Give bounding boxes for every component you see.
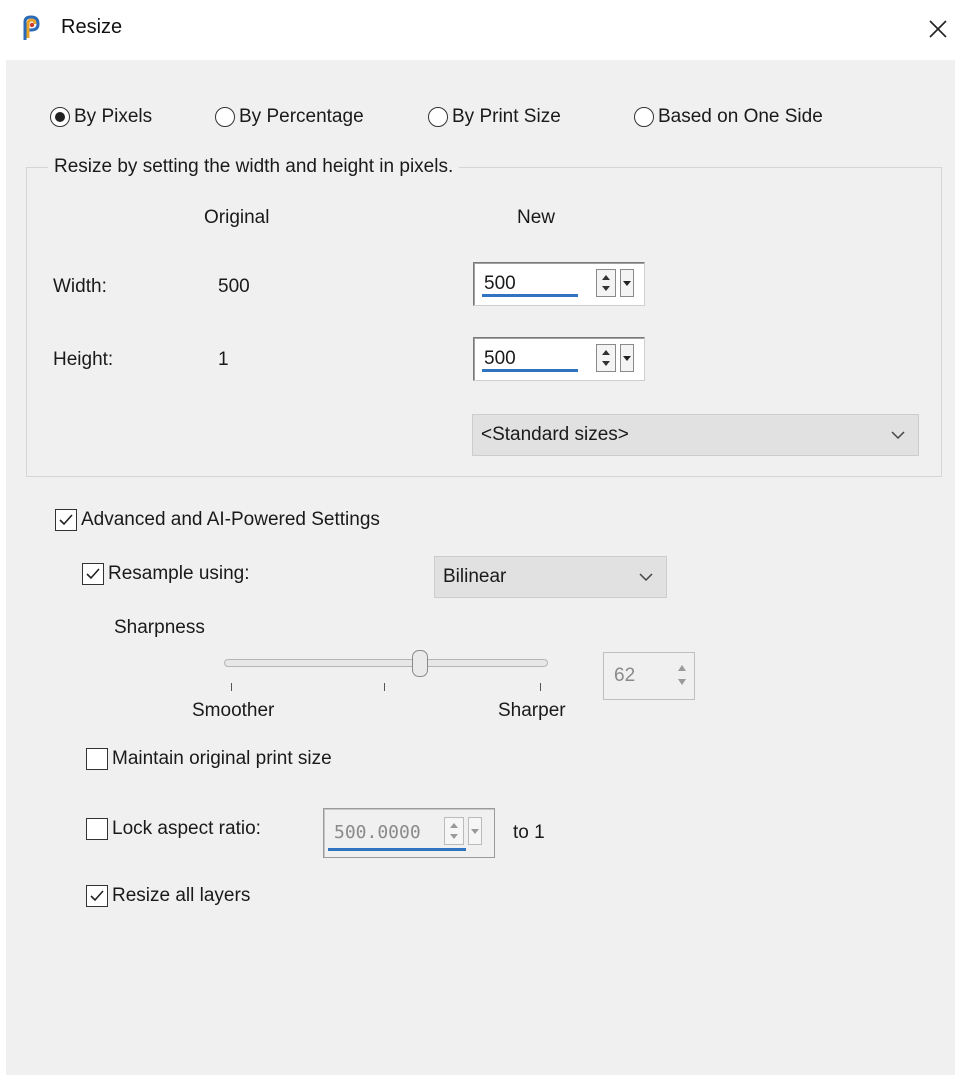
aspect-ratio-spinbox[interactable]: 500.0000 xyxy=(323,808,495,858)
close-icon xyxy=(929,20,947,38)
width-spin-arrows[interactable] xyxy=(596,269,616,297)
sharpness-spinbox[interactable]: 62 xyxy=(603,652,695,700)
radio-label: By Percentage xyxy=(239,106,364,127)
checkbox-indicator xyxy=(82,563,104,585)
aspect-ratio-value: 500.0000 xyxy=(334,822,421,843)
checkmark-icon xyxy=(90,890,104,902)
resample-method-dropdown[interactable]: Bilinear xyxy=(434,556,667,598)
checkbox-indicator xyxy=(86,818,108,840)
app-icon xyxy=(18,14,48,44)
column-header-new: New xyxy=(517,207,556,228)
radio-label: By Pixels xyxy=(74,106,153,127)
radio-indicator xyxy=(215,107,235,127)
standard-sizes-value: <Standard sizes> xyxy=(481,424,629,445)
sharpness-value: 62 xyxy=(614,665,636,686)
slider-tick xyxy=(231,683,232,691)
resample-method-value: Bilinear xyxy=(443,566,507,587)
maintain-print-size-checkbox[interactable]: Maintain original print size xyxy=(86,748,332,770)
lock-aspect-ratio-checkbox[interactable]: Lock aspect ratio: xyxy=(86,818,261,840)
checkbox-indicator xyxy=(86,748,108,770)
chevron-down-icon xyxy=(891,431,905,440)
checkbox-label: Advanced and AI-Powered Settings xyxy=(81,509,380,530)
width-underline xyxy=(482,294,578,297)
height-label: Height: xyxy=(53,349,114,370)
title-bar: Resize xyxy=(0,0,955,60)
sharpness-slider-thumb[interactable] xyxy=(412,650,428,677)
slider-tick xyxy=(540,683,541,691)
window-title: Resize xyxy=(61,16,123,38)
close-button[interactable] xyxy=(918,8,955,50)
width-new-value: 500 xyxy=(484,273,516,294)
checkmark-icon xyxy=(86,568,100,580)
aspect-preset-dropdown[interactable] xyxy=(468,817,482,845)
advanced-settings-checkbox[interactable]: Advanced and AI-Powered Settings xyxy=(55,509,380,531)
checkbox-label: Maintain original print size xyxy=(112,748,332,769)
resample-checkbox[interactable]: Resample using: xyxy=(82,563,250,585)
sharpness-slider-track[interactable] xyxy=(224,659,548,667)
standard-sizes-dropdown[interactable]: <Standard sizes> xyxy=(472,414,919,456)
sharpness-spin-arrows[interactable] xyxy=(674,659,690,691)
checkmark-icon xyxy=(59,514,73,526)
radio-by-pixels[interactable]: By Pixels xyxy=(50,106,152,128)
column-header-original: Original xyxy=(204,207,270,228)
groupbox-legend: Resize by setting the width and height i… xyxy=(48,156,460,178)
radio-indicator xyxy=(634,107,654,127)
aspect-ratio-suffix: to 1 xyxy=(513,822,545,843)
height-spinbox[interactable]: 500 xyxy=(473,337,645,381)
checkbox-indicator xyxy=(86,885,108,907)
width-preset-dropdown[interactable] xyxy=(620,269,634,297)
checkbox-indicator xyxy=(55,509,77,531)
aspect-spin-arrows[interactable] xyxy=(444,817,464,845)
slider-tick xyxy=(384,683,385,691)
smoother-label: Smoother xyxy=(192,700,275,721)
sharper-label: Sharper xyxy=(498,700,566,721)
height-spin-arrows[interactable] xyxy=(596,344,616,372)
width-original-value: 500 xyxy=(218,276,250,297)
radio-label: Based on One Side xyxy=(658,106,823,127)
radio-by-print-size[interactable]: By Print Size xyxy=(428,106,561,128)
radio-based-on-one-side[interactable]: Based on One Side xyxy=(634,106,823,128)
radio-label: By Print Size xyxy=(452,106,561,127)
checkbox-label: Resample using: xyxy=(108,563,250,584)
width-spinbox[interactable]: 500 xyxy=(473,262,645,306)
radio-indicator xyxy=(428,107,448,127)
checkbox-label: Lock aspect ratio: xyxy=(112,818,261,839)
height-original-value: 1 xyxy=(218,349,229,370)
resize-all-layers-checkbox[interactable]: Resize all layers xyxy=(86,885,250,907)
height-preset-dropdown[interactable] xyxy=(620,344,634,372)
width-label: Width: xyxy=(53,276,107,297)
height-new-value: 500 xyxy=(484,348,516,369)
aspect-ratio-underline xyxy=(328,848,466,851)
checkbox-label: Resize all layers xyxy=(112,885,251,906)
chevron-down-icon xyxy=(639,573,653,582)
radio-indicator xyxy=(50,107,70,127)
sharpness-label: Sharpness xyxy=(114,617,205,638)
height-underline xyxy=(482,369,578,372)
radio-by-percentage[interactable]: By Percentage xyxy=(215,106,364,128)
